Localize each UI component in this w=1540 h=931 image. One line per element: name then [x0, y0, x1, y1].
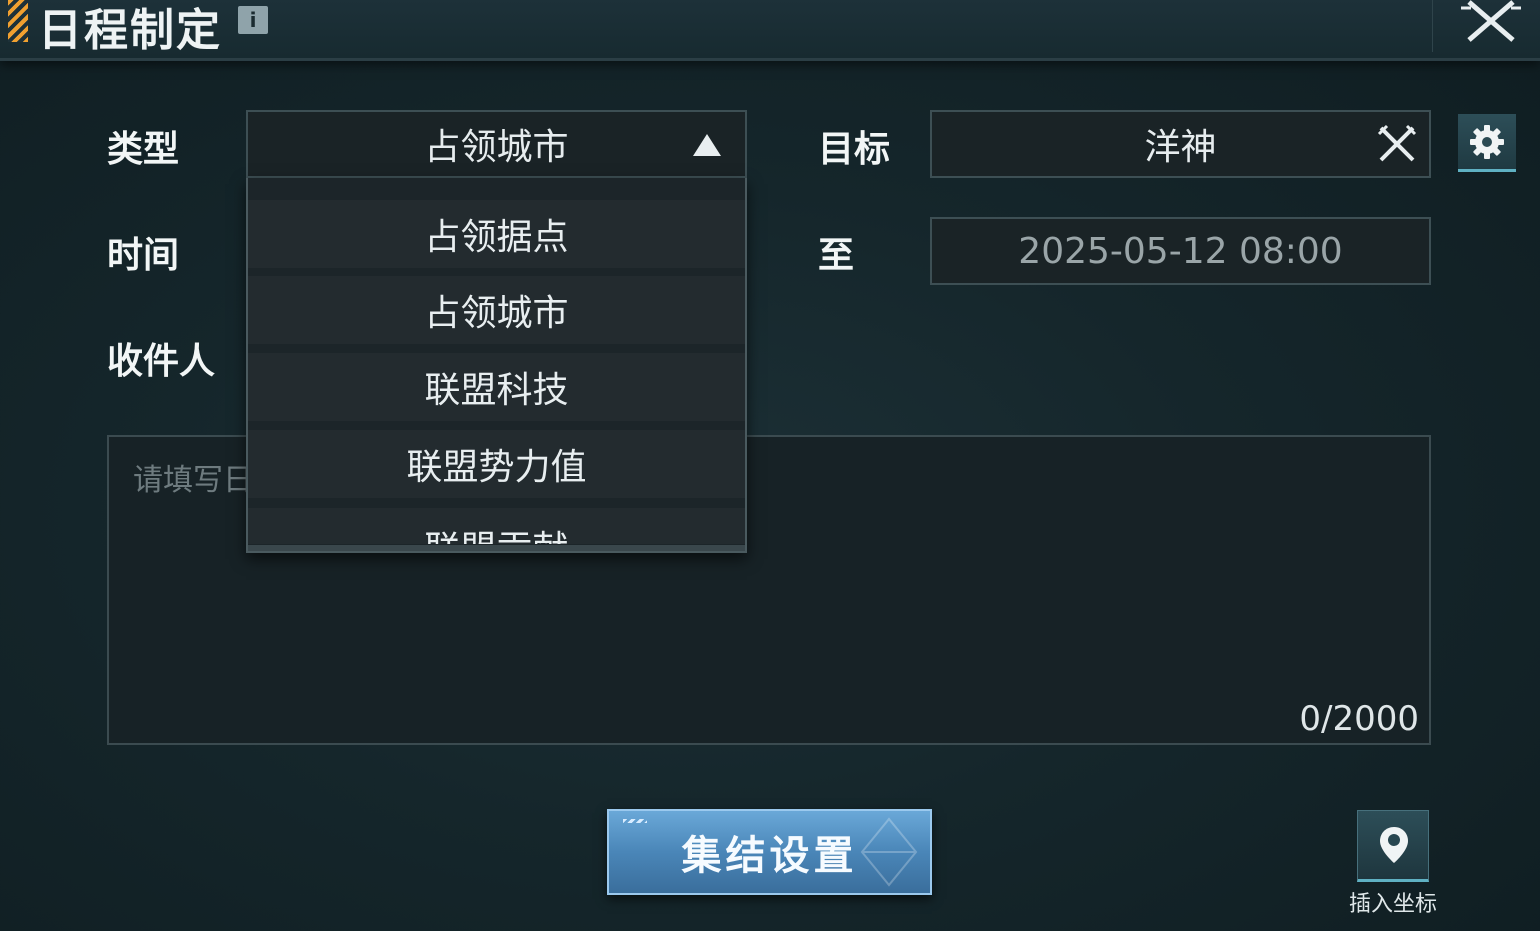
button-stripe-decoration [623, 819, 647, 823]
end-time-value: 2025-05-12 08:00 [1018, 230, 1343, 272]
dropdown-scroll-edge [248, 545, 745, 551]
dropdown-option[interactable]: 联盟势力值 [248, 430, 745, 498]
dropdown-option[interactable]: 占领据点 [248, 200, 745, 268]
close-button[interactable] [1432, 0, 1540, 52]
dropdown-option[interactable]: 占领城市 [248, 276, 745, 344]
to-label: 至 [818, 234, 855, 276]
insert-coordinates-button[interactable] [1357, 810, 1429, 882]
target-label: 目标 [818, 128, 891, 170]
type-label: 类型 [107, 128, 180, 170]
settings-button[interactable] [1458, 114, 1516, 172]
insert-coordinates-label: 插入坐标 [1348, 892, 1437, 917]
crossed-swords-icon[interactable] [1377, 124, 1417, 164]
info-icon[interactable]: i [238, 6, 268, 34]
diamond-decoration-icon [860, 817, 918, 887]
map-pin-icon [1380, 827, 1408, 863]
dropdown-option[interactable]: 联盟贡献 [248, 508, 745, 544]
target-value: 洋神 [1144, 127, 1217, 168]
close-icon [1461, 0, 1521, 42]
target-field[interactable]: 洋神 [930, 110, 1431, 178]
char-counter: 0/2000 [1299, 699, 1419, 739]
end-time-field[interactable]: 2025-05-12 08:00 [930, 217, 1431, 285]
time-label: 时间 [107, 234, 180, 276]
content-placeholder: 请填写日 [133, 463, 253, 498]
dropdown-option[interactable]: 联盟科技 [248, 353, 745, 421]
header-accent-stripe [8, 0, 28, 42]
type-select[interactable]: 占领城市 [246, 110, 747, 178]
page-title: 日程制定 [38, 5, 222, 56]
gear-icon [1470, 125, 1504, 159]
type-dropdown-list[interactable]: 占领据点 占领城市 联盟科技 联盟势力值 联盟贡献 [246, 178, 747, 553]
type-select-value: 占领城市 [424, 127, 569, 168]
window-header: 日程制定 i [0, 0, 1540, 61]
rally-settings-button[interactable]: 集结设置 [607, 809, 932, 895]
rally-settings-label: 集结设置 [681, 832, 858, 879]
caret-up-icon [693, 134, 721, 156]
recipient-label: 收件人 [107, 340, 216, 382]
